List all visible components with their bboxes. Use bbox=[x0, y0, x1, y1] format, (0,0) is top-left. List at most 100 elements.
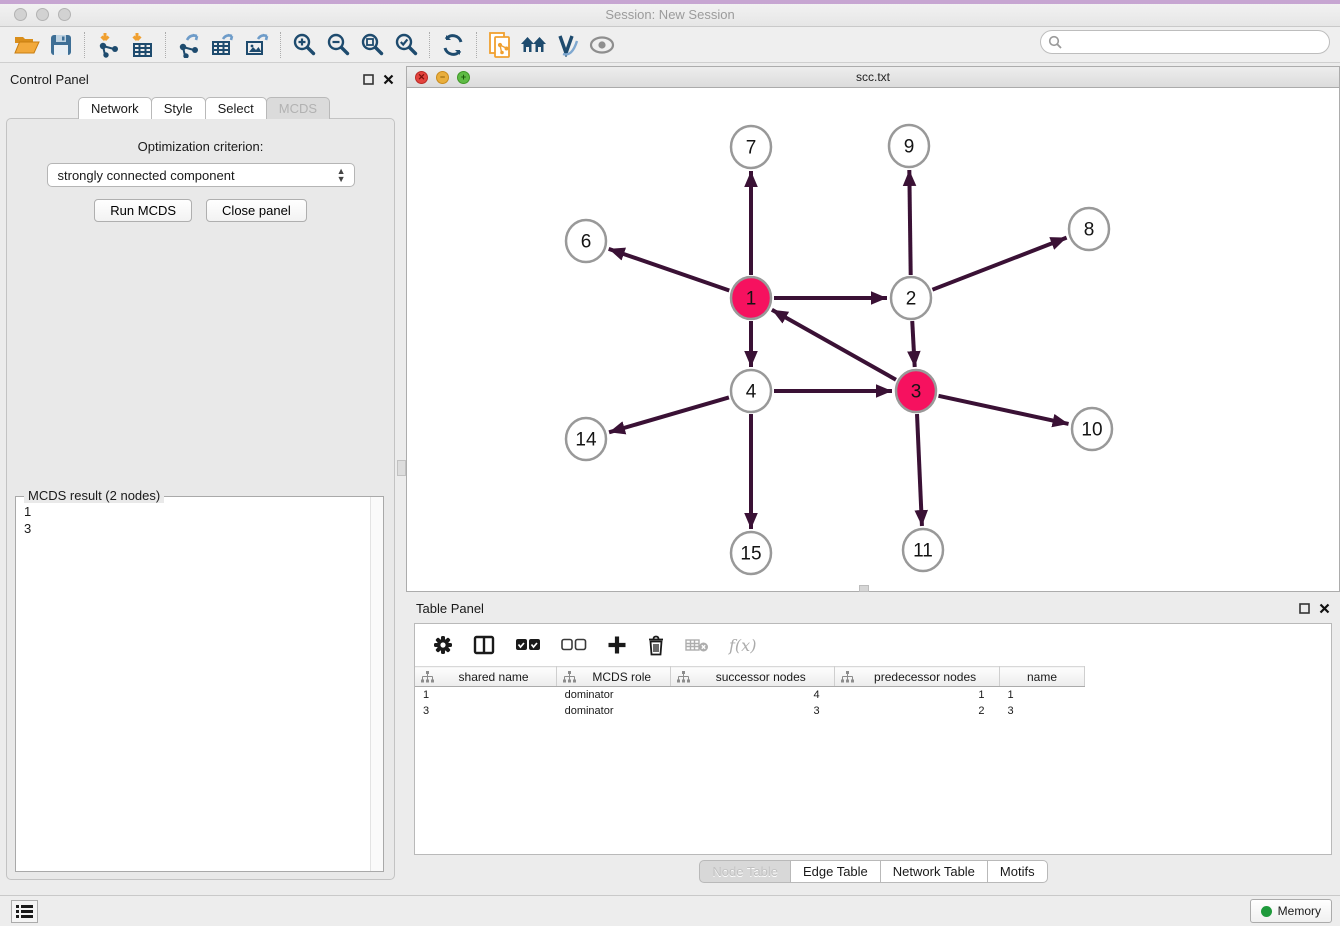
search-input[interactable] bbox=[1040, 30, 1330, 54]
graph-edge-3-10[interactable] bbox=[938, 396, 1068, 424]
zoom-fit-button[interactable] bbox=[355, 30, 389, 60]
cell-shared-name[interactable]: 1 bbox=[415, 687, 557, 703]
select-all-columns-icon[interactable] bbox=[515, 638, 541, 652]
close-panel-button[interactable]: Close panel bbox=[206, 199, 307, 222]
tab-node-table[interactable]: Node Table bbox=[699, 860, 791, 883]
cell-name[interactable]: 1 bbox=[1000, 687, 1085, 703]
graph-node-15[interactable]: 15 bbox=[731, 532, 771, 574]
table-row[interactable]: 1 dominator 4 1 1 bbox=[415, 687, 1085, 703]
status-bar: Memory bbox=[0, 895, 1340, 926]
save-session-button[interactable] bbox=[44, 30, 78, 60]
export-image-button[interactable] bbox=[240, 30, 274, 60]
graph-edge-3-11[interactable] bbox=[917, 414, 922, 526]
network-window-titlebar[interactable]: ✕ − + scc.txt bbox=[407, 67, 1339, 88]
graph-node-3[interactable]: 3 bbox=[896, 370, 936, 412]
cell-predecessor-nodes[interactable]: 2 bbox=[835, 703, 1000, 719]
show-hide-button[interactable] bbox=[585, 30, 619, 60]
deselect-all-columns-icon[interactable] bbox=[561, 638, 587, 652]
criterion-dropdown[interactable]: strongly connected component ▲▼ bbox=[47, 163, 355, 187]
graph-edge-2-8[interactable] bbox=[932, 238, 1066, 290]
graph-edge-2-9[interactable] bbox=[909, 170, 910, 275]
network-minimize-button[interactable]: − bbox=[436, 71, 449, 84]
float-panel-icon[interactable] bbox=[363, 74, 374, 85]
toolbar-separator bbox=[84, 32, 85, 58]
vizmapper-button[interactable] bbox=[551, 30, 585, 60]
network-close-button[interactable]: ✕ bbox=[415, 71, 428, 84]
network-document-icon bbox=[487, 31, 513, 59]
control-panel-tabs: Network Style Select MCDS bbox=[78, 97, 329, 119]
create-column-icon[interactable] bbox=[607, 635, 627, 655]
graph-edge-2-3[interactable] bbox=[912, 321, 914, 367]
column-header-successor-nodes[interactable]: successor nodes bbox=[671, 667, 835, 687]
float-table-panel-icon[interactable] bbox=[1299, 603, 1310, 614]
tab-network-table[interactable]: Network Table bbox=[880, 860, 988, 883]
close-panel-icon[interactable] bbox=[383, 74, 394, 85]
tab-style[interactable]: Style bbox=[151, 97, 206, 119]
cell-name[interactable]: 3 bbox=[1000, 703, 1085, 719]
vizmapper-icon bbox=[556, 33, 580, 57]
graph-node-2[interactable]: 2 bbox=[891, 277, 931, 319]
show-columns-icon[interactable] bbox=[473, 635, 495, 655]
graph-node-14[interactable]: 14 bbox=[566, 418, 606, 460]
graph-node-label: 6 bbox=[581, 232, 592, 253]
task-history-button[interactable] bbox=[11, 900, 38, 923]
export-table-button[interactable] bbox=[206, 30, 240, 60]
result-scrollbar[interactable] bbox=[370, 497, 383, 871]
column-header-predecessor-nodes[interactable]: predecessor nodes bbox=[835, 667, 1000, 687]
graph-node-10[interactable]: 10 bbox=[1072, 408, 1112, 450]
import-network-button[interactable] bbox=[91, 30, 125, 60]
network-document-button[interactable] bbox=[483, 30, 517, 60]
memory-button[interactable]: Memory bbox=[1250, 899, 1332, 923]
tab-network[interactable]: Network bbox=[78, 97, 152, 119]
graph-edge-1-6[interactable] bbox=[609, 249, 730, 291]
memory-label: Memory bbox=[1278, 904, 1321, 918]
table-row[interactable]: 3 dominator 3 2 3 bbox=[415, 703, 1085, 719]
graph-edge-4-14[interactable] bbox=[609, 397, 729, 432]
run-mcds-button[interactable]: Run MCDS bbox=[94, 199, 192, 222]
column-header-name[interactable]: name bbox=[1000, 667, 1085, 687]
delete-column-icon[interactable] bbox=[647, 635, 665, 656]
graph-node-11[interactable]: 11 bbox=[903, 529, 943, 571]
table-panel-tabs: Node Table Edge Table Network Table Moti… bbox=[406, 860, 1340, 883]
close-table-panel-icon[interactable] bbox=[1319, 603, 1330, 614]
cell-shared-name[interactable]: 3 bbox=[415, 703, 557, 719]
graph-node-label: 8 bbox=[1084, 220, 1095, 241]
network-canvas[interactable]: 7 9 6 8 1 2 4 3 14 10 15 11 bbox=[407, 89, 1339, 591]
graph-node-6[interactable]: 6 bbox=[566, 220, 606, 262]
export-network-button[interactable] bbox=[172, 30, 206, 60]
cell-mcds-role[interactable]: dominator bbox=[557, 687, 671, 703]
column-header-mcds-role[interactable]: MCDS role bbox=[557, 667, 671, 687]
tab-select[interactable]: Select bbox=[205, 97, 267, 119]
graph-node-8[interactable]: 8 bbox=[1069, 208, 1109, 250]
zoom-in-button[interactable] bbox=[287, 30, 321, 60]
column-header-shared-name[interactable]: shared name bbox=[415, 667, 557, 687]
control-panel-title: Control Panel bbox=[10, 72, 89, 87]
graph-node-4[interactable]: 4 bbox=[731, 370, 771, 412]
network-graph[interactable]: 7 9 6 8 1 2 4 3 14 10 15 11 bbox=[407, 89, 1340, 593]
window-resize-grip[interactable] bbox=[859, 585, 869, 592]
delete-table-icon[interactable] bbox=[685, 637, 709, 653]
graph-node-9[interactable]: 9 bbox=[889, 125, 929, 167]
home-button[interactable] bbox=[517, 30, 551, 60]
function-builder-icon[interactable]: f(x) bbox=[729, 636, 756, 655]
panel-splitter-grip[interactable] bbox=[397, 460, 406, 476]
zoom-out-button[interactable] bbox=[321, 30, 355, 60]
zoom-selected-button[interactable] bbox=[389, 30, 423, 60]
tab-edge-table[interactable]: Edge Table bbox=[790, 860, 881, 883]
network-maximize-button[interactable]: + bbox=[457, 71, 470, 84]
cell-mcds-role[interactable]: dominator bbox=[557, 703, 671, 719]
cell-predecessor-nodes[interactable]: 1 bbox=[835, 687, 1000, 703]
export-image-icon bbox=[244, 32, 270, 58]
apply-layout-button[interactable] bbox=[436, 30, 470, 60]
tab-motifs[interactable]: Motifs bbox=[987, 860, 1048, 883]
cell-successor-nodes[interactable]: 3 bbox=[671, 703, 835, 719]
graph-edge-3-1[interactable] bbox=[772, 310, 896, 380]
import-table-button[interactable] bbox=[125, 30, 159, 60]
graph-node-7[interactable]: 7 bbox=[731, 126, 771, 168]
table-settings-gear-icon[interactable] bbox=[433, 635, 453, 655]
cell-successor-nodes[interactable]: 4 bbox=[671, 687, 835, 703]
tab-mcds[interactable]: MCDS bbox=[266, 97, 330, 119]
table-panel: Table Panel bbox=[406, 595, 1340, 888]
open-session-button[interactable] bbox=[10, 30, 44, 60]
graph-node-1[interactable]: 1 bbox=[731, 277, 771, 319]
